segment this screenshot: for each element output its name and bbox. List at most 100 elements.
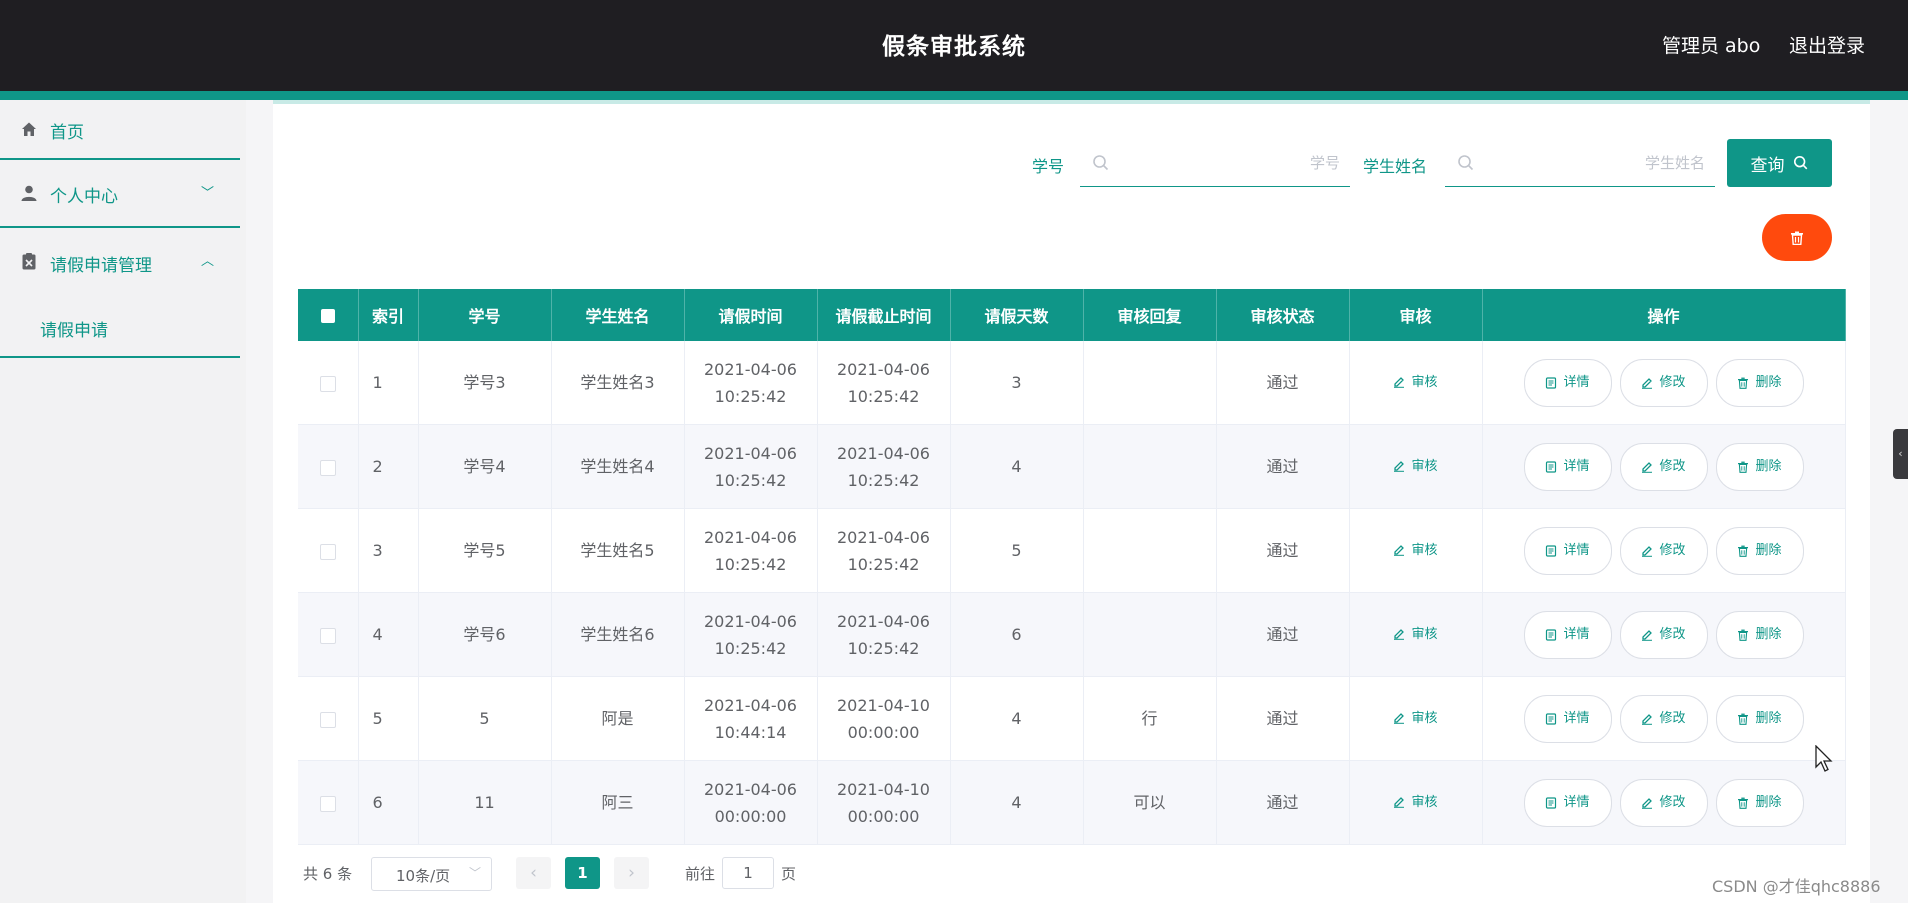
edit-icon: [1642, 545, 1653, 557]
column-header: 审核回复: [1083, 289, 1217, 341]
trash-icon: [1738, 797, 1749, 809]
end-date: 2021-04-06: [837, 611, 930, 631]
edit-button[interactable]: 修改: [1619, 526, 1708, 575]
row-checkbox[interactable]: [319, 543, 336, 560]
goto-page-input[interactable]: [722, 857, 774, 889]
detail-button-label: 详情: [1563, 711, 1590, 726]
column-header: 请假天数: [950, 289, 1084, 341]
edit-button[interactable]: 修改: [1619, 610, 1708, 659]
edit-icon: [1642, 377, 1653, 389]
leave-application-table: 索引 学号 学生姓名 请假时间 请假截止时间 请假天数 审核回复 审核状态 审核…: [298, 289, 1846, 845]
logout-link[interactable]: 退出登录: [1789, 31, 1865, 58]
edit-button[interactable]: 修改: [1619, 778, 1708, 827]
audit-link[interactable]: 审核: [1393, 621, 1438, 648]
row-select-cell[interactable]: [298, 676, 359, 761]
sidebar-item-leave-management[interactable]: 请假申请管理 ︿: [0, 228, 240, 294]
chevron-up-icon: ︿: [201, 254, 215, 269]
select-all-header[interactable]: [298, 289, 359, 341]
audit-cell: 审核: [1349, 508, 1483, 593]
sidebar-subitem-leave-application[interactable]: 请假申请: [0, 294, 240, 358]
mouse-cursor-icon: [1815, 745, 1833, 772]
detail-button[interactable]: 详情: [1523, 358, 1612, 407]
delete-button[interactable]: 删除: [1715, 694, 1804, 743]
column-header: 学生姓名: [551, 289, 685, 341]
edit-button[interactable]: 修改: [1619, 358, 1708, 407]
audit-status-cell: 通过: [1216, 592, 1350, 677]
next-page-button[interactable]: ›: [614, 857, 649, 889]
student-id-search-field[interactable]: [1080, 140, 1350, 187]
audit-link[interactable]: 审核: [1393, 537, 1438, 564]
row-checkbox[interactable]: [319, 627, 336, 644]
row-select-cell[interactable]: [298, 592, 359, 677]
leave-end-cell: 2021-04-06 10:25:42: [817, 341, 951, 425]
row-checkbox[interactable]: [319, 795, 336, 812]
edit-icon: [1394, 545, 1405, 557]
query-button[interactable]: 查询: [1727, 139, 1832, 187]
student-id-input[interactable]: [1116, 140, 1342, 186]
batch-delete-button[interactable]: [1762, 214, 1832, 261]
delete-button[interactable]: 删除: [1715, 358, 1804, 407]
side-panel-toggle[interactable]: ‹: [1893, 429, 1908, 479]
operations-cell: 详情 修改 删除: [1482, 592, 1846, 677]
student-id-cell: 学号4: [418, 424, 552, 509]
audit-cell: 审核: [1349, 676, 1483, 761]
audit-reply-cell: 可以: [1083, 760, 1217, 845]
detail-button[interactable]: 详情: [1523, 526, 1612, 575]
detail-button-label: 详情: [1563, 795, 1590, 810]
operations-cell: 详情 修改 删除: [1482, 508, 1846, 593]
current-page-button[interactable]: 1: [565, 857, 600, 889]
row-select-cell[interactable]: [298, 508, 359, 593]
leave-days-cell: 4: [950, 676, 1084, 761]
student-name-cell: 阿三: [551, 760, 685, 845]
student-name-cell: 学生姓名5: [551, 508, 685, 593]
edit-icon: [1394, 377, 1405, 389]
row-select-cell[interactable]: [298, 341, 359, 425]
index-cell: 6: [358, 760, 419, 845]
row-select-cell[interactable]: [298, 760, 359, 845]
edit-icon: [1642, 629, 1653, 641]
audit-link[interactable]: 审核: [1393, 789, 1438, 816]
audit-link[interactable]: 审核: [1393, 705, 1438, 732]
end-date: 2021-04-10: [837, 695, 930, 715]
audit-link[interactable]: 审核: [1393, 369, 1438, 396]
edit-button[interactable]: 修改: [1619, 694, 1708, 743]
delete-button-label: 删除: [1755, 543, 1782, 558]
row-checkbox[interactable]: [319, 711, 336, 728]
detail-button[interactable]: 详情: [1523, 778, 1612, 827]
detail-button[interactable]: 详情: [1523, 442, 1612, 491]
delete-button-label: 删除: [1755, 795, 1782, 810]
prev-page-button[interactable]: ‹: [516, 857, 551, 889]
audit-link-label: 审核: [1411, 374, 1438, 390]
end-time: 10:25:42: [847, 638, 920, 658]
delete-button[interactable]: 删除: [1715, 610, 1804, 659]
detail-button[interactable]: 详情: [1523, 610, 1612, 659]
leave-end-cell: 2021-04-06 10:25:42: [817, 508, 951, 593]
delete-button[interactable]: 删除: [1715, 526, 1804, 575]
start-time: 10:44:14: [714, 722, 787, 742]
start-date: 2021-04-06: [704, 779, 797, 799]
row-select-cell[interactable]: [298, 424, 359, 509]
detail-button[interactable]: 详情: [1523, 694, 1612, 743]
row-checkbox[interactable]: [319, 375, 336, 392]
student-name-search-field[interactable]: [1445, 140, 1715, 187]
row-checkbox[interactable]: [319, 459, 336, 476]
page-size-select[interactable]: 10条/页 ﹀: [371, 857, 492, 891]
leave-days-cell: 4: [950, 760, 1084, 845]
delete-button[interactable]: 删除: [1715, 442, 1804, 491]
leave-start-cell: 2021-04-06 10:25:42: [684, 508, 818, 593]
search-icon: [1458, 155, 1474, 171]
sidebar-item-home[interactable]: 首页: [0, 100, 240, 160]
student-id-cell: 学号5: [418, 508, 552, 593]
edit-icon: [1394, 713, 1405, 725]
select-all-checkbox[interactable]: [320, 309, 335, 323]
delete-button[interactable]: 删除: [1715, 778, 1804, 827]
audit-reply-cell: [1083, 424, 1217, 509]
start-date: 2021-04-06: [704, 611, 797, 631]
edit-button[interactable]: 修改: [1619, 442, 1708, 491]
audit-cell: 审核: [1349, 341, 1483, 425]
delete-button-label: 删除: [1755, 711, 1782, 726]
edit-button-label: 修改: [1659, 795, 1686, 810]
sidebar-item-personal-center[interactable]: 个人中心 ﹀: [0, 160, 240, 228]
audit-link[interactable]: 审核: [1393, 453, 1438, 480]
student-name-input[interactable]: [1481, 140, 1707, 186]
